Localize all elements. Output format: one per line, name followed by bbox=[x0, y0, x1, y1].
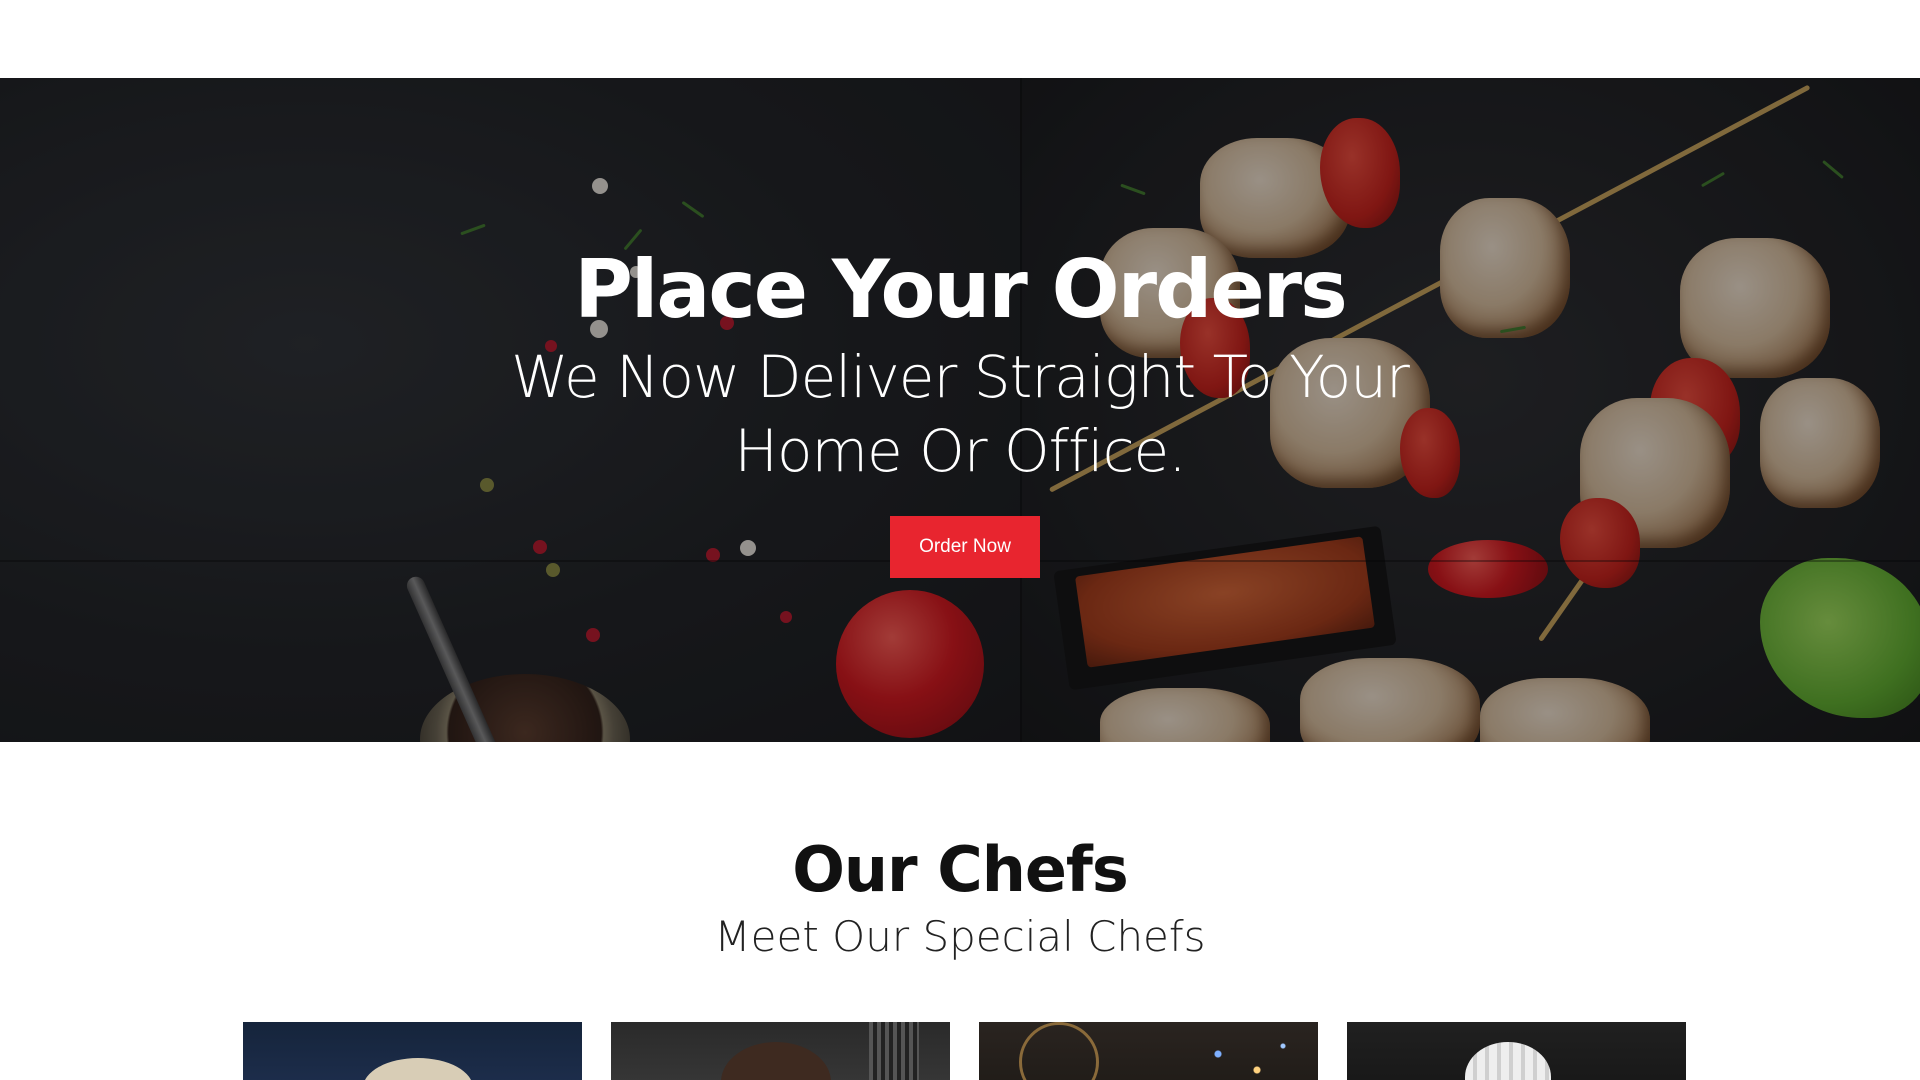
hero-subtitle: We Now Deliver Straight To Your Home Or … bbox=[511, 343, 1410, 485]
chef-photo bbox=[363, 1058, 473, 1080]
chef-card[interactable] bbox=[979, 1022, 1318, 1080]
hero-title: Place Your Orders bbox=[574, 243, 1347, 336]
chef-card[interactable] bbox=[243, 1022, 582, 1080]
chef-photo bbox=[1465, 1042, 1551, 1080]
chefs-subtitle: Meet Our Special Chefs bbox=[714, 912, 1206, 961]
chefs-title: Our Chefs bbox=[792, 833, 1129, 906]
hero-banner: Place Your Orders We Now Deliver Straigh… bbox=[0, 78, 1920, 742]
page: Place Your Orders We Now Deliver Straigh… bbox=[0, 0, 1920, 1080]
chef-card[interactable] bbox=[611, 1022, 950, 1080]
chef-card[interactable] bbox=[1347, 1022, 1686, 1080]
chef-photo bbox=[721, 1042, 831, 1080]
chef-photo bbox=[1019, 1022, 1099, 1080]
order-now-button[interactable]: Order Now bbox=[890, 516, 1040, 578]
background-detail bbox=[869, 1022, 919, 1080]
hero-content: Place Your Orders We Now Deliver Straigh… bbox=[0, 78, 1920, 742]
background-lights bbox=[1179, 1022, 1309, 1080]
